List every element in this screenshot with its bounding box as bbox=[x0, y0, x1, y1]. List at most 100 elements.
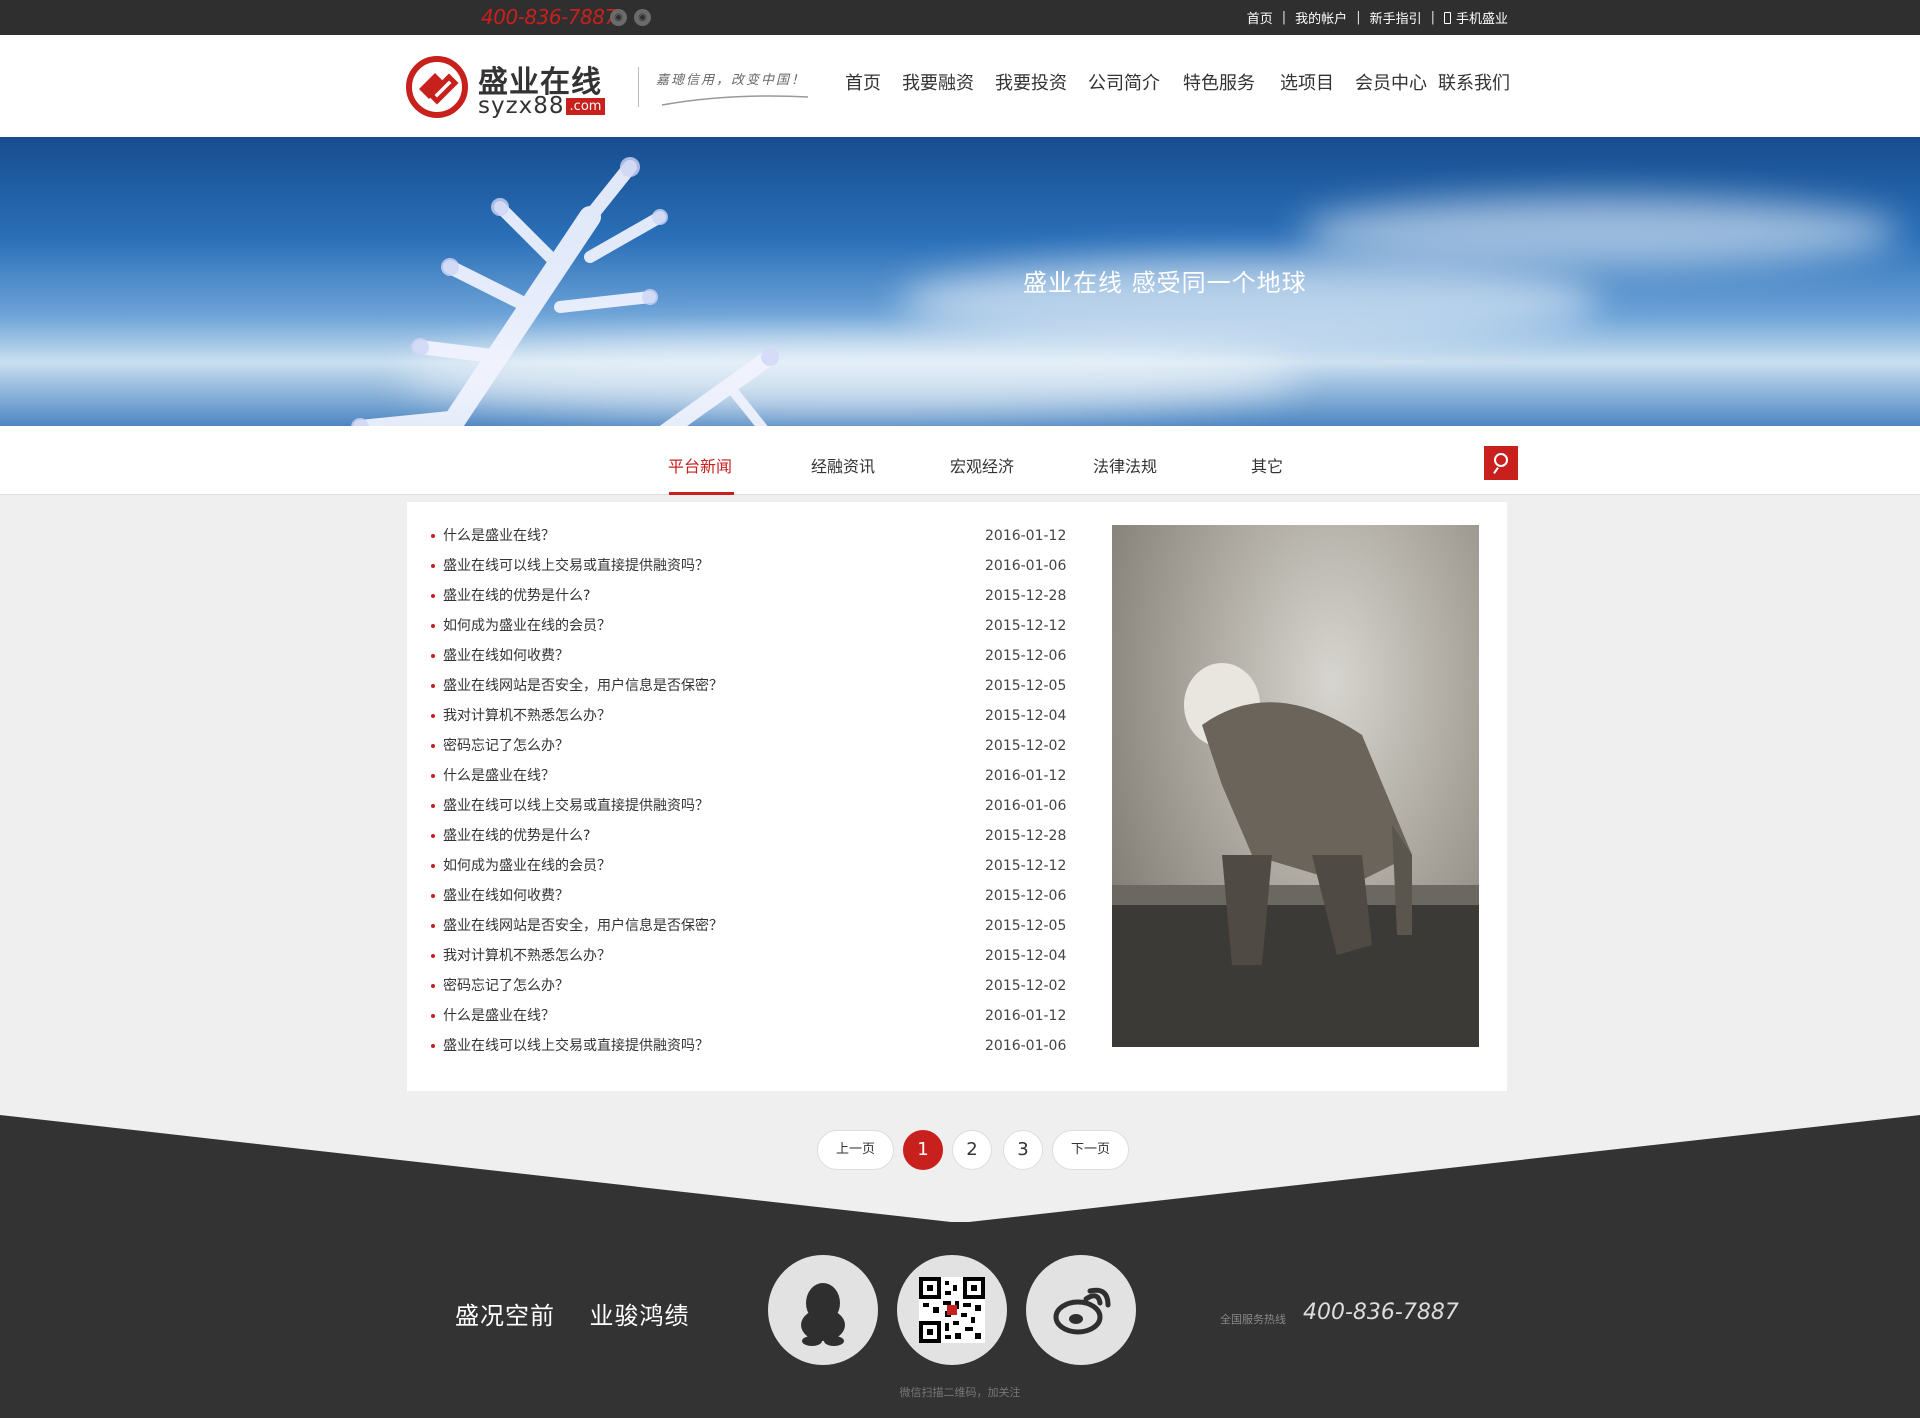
bullet-icon bbox=[431, 534, 435, 538]
news-item[interactable]: 盛业在线可以线上交易或直接提供融资吗？ 2016-01-06 bbox=[431, 552, 1071, 582]
bullet-icon bbox=[431, 684, 435, 688]
nav-member[interactable]: 会员中心 bbox=[1355, 69, 1427, 95]
nav-home[interactable]: 首页 bbox=[845, 69, 881, 95]
news-item[interactable]: 盛业在线可以线上交易或直接提供融资吗？ 2016-01-06 bbox=[431, 1032, 1071, 1062]
page-1-button[interactable]: 1 bbox=[903, 1130, 943, 1170]
top-link-guide[interactable]: 新手指引 bbox=[1370, 8, 1422, 27]
news-item[interactable]: 盛业在线网站是否安全，用户信息是否保密？ 2015-12-05 bbox=[431, 672, 1071, 702]
news-title[interactable]: 盛业在线的优势是什么? bbox=[443, 822, 590, 850]
tab-macro-economy[interactable]: 宏观经济 bbox=[950, 453, 1014, 477]
news-title[interactable]: 盛业在线可以线上交易或直接提供融资吗？ bbox=[443, 552, 709, 580]
weibo-button[interactable] bbox=[1026, 1255, 1136, 1365]
hotline-label: 全国服务热线 bbox=[1220, 1313, 1286, 1326]
news-title[interactable]: 我对计算机不熟悉怎么办？ bbox=[443, 942, 611, 970]
nav-financing[interactable]: 我要融资 bbox=[902, 69, 974, 95]
news-date: 2016-01-12 bbox=[985, 768, 1067, 784]
news-panel: 什么是盛业在线？ 2016-01-12 盛业在线可以线上交易或直接提供融资吗？ 201… bbox=[407, 502, 1507, 1091]
logo-divider bbox=[638, 67, 639, 107]
news-title[interactable]: 盛业在线可以线上交易或直接提供融资吗？ bbox=[443, 792, 709, 820]
news-item[interactable]: 盛业在线的优势是什么? 2015-12-28 bbox=[431, 822, 1071, 852]
news-item[interactable]: 盛业在线如何收费？ 2015-12-06 bbox=[431, 882, 1071, 912]
top-links: 首页 | 我的帐户 | 新手指引 | 手机盛业 bbox=[1246, 8, 1508, 27]
nav-contact[interactable]: 联系我们 bbox=[1438, 69, 1510, 95]
nav-invest[interactable]: 我要投资 bbox=[995, 69, 1067, 95]
top-link-mobile[interactable]: 手机盛业 bbox=[1456, 8, 1508, 27]
pagination: 上一页 1 2 3 下一页 bbox=[0, 1130, 1920, 1172]
news-item[interactable]: 什么是盛业在线？ 2016-01-12 bbox=[431, 1002, 1071, 1032]
slogan: 嘉璁信用，改变中国！ bbox=[656, 73, 807, 88]
wechat-small-icon[interactable]: ◉ bbox=[610, 9, 627, 26]
news-date: 2015-12-05 bbox=[985, 678, 1067, 694]
news-title[interactable]: 什么是盛业在线？ bbox=[443, 1002, 555, 1030]
news-item[interactable]: 盛业在线可以线上交易或直接提供融资吗？ 2016-01-06 bbox=[431, 792, 1071, 822]
bullet-icon bbox=[431, 1044, 435, 1048]
main-nav: 首页 我要融资 我要投资 公司简介 特色服务 选项目 会员中心 联系我们 bbox=[845, 69, 1510, 95]
news-item[interactable]: 盛业在线如何收费？ 2015-12-06 bbox=[431, 642, 1071, 672]
news-title[interactable]: 盛业在线如何收费？ bbox=[443, 882, 569, 910]
page-3-button[interactable]: 3 bbox=[1003, 1130, 1043, 1170]
tab-laws[interactable]: 法律法规 bbox=[1093, 453, 1157, 477]
news-title[interactable]: 如何成为盛业在线的会员？ bbox=[443, 852, 611, 880]
news-item[interactable]: 我对计算机不熟悉怎么办？ 2015-12-04 bbox=[431, 942, 1071, 972]
news-date: 2015-12-04 bbox=[985, 708, 1067, 724]
news-item[interactable]: 盛业在线的优势是什么? 2015-12-28 bbox=[431, 582, 1071, 612]
mobile-icon bbox=[1443, 11, 1451, 24]
next-page-button[interactable]: 下一页 bbox=[1052, 1130, 1129, 1170]
news-title[interactable]: 如何成为盛业在线的会员？ bbox=[443, 612, 611, 640]
tab-other[interactable]: 其它 bbox=[1251, 453, 1283, 477]
news-title[interactable]: 盛业在线可以线上交易或直接提供融资吗？ bbox=[443, 1032, 709, 1060]
news-item[interactable]: 如何成为盛业在线的会员？ 2015-12-12 bbox=[431, 612, 1071, 642]
tab-finance-info[interactable]: 经融资讯 bbox=[811, 453, 875, 477]
category-tabs: 平台新闻 经融资讯 宏观经济 法律法规 其它 bbox=[0, 426, 1920, 495]
news-title[interactable]: 盛业在线网站是否安全，用户信息是否保密？ bbox=[443, 672, 723, 700]
page-2-button[interactable]: 2 bbox=[952, 1130, 992, 1170]
top-hotline: 400-836-7887 bbox=[481, 5, 617, 29]
news-title[interactable]: 盛业在线的优势是什么? bbox=[443, 582, 590, 610]
news-title[interactable]: 什么是盛业在线？ bbox=[443, 522, 555, 550]
wechat-qr-button[interactable] bbox=[897, 1255, 1007, 1365]
active-tab-indicator bbox=[669, 492, 734, 495]
bullet-icon bbox=[431, 954, 435, 958]
news-item[interactable]: 如何成为盛业在线的会员？ 2015-12-12 bbox=[431, 852, 1071, 882]
news-title[interactable]: 什么是盛业在线？ bbox=[443, 762, 555, 790]
logo-domain[interactable]: syzx88 .com bbox=[478, 93, 606, 119]
news-date: 2016-01-06 bbox=[985, 1038, 1067, 1054]
news-item[interactable]: 我对计算机不熟悉怎么办？ 2015-12-04 bbox=[431, 702, 1071, 732]
prev-page-button[interactable]: 上一页 bbox=[817, 1130, 894, 1170]
nav-projects[interactable]: 选项目 bbox=[1280, 69, 1334, 95]
news-item[interactable]: 密码忘记了怎么办？ 2015-12-02 bbox=[431, 732, 1071, 762]
qq-button[interactable] bbox=[768, 1255, 878, 1365]
news-item[interactable]: 什么是盛业在线？ 2016-01-12 bbox=[431, 522, 1071, 552]
hotline-number: 400-836-7887 bbox=[1303, 1300, 1459, 1325]
bullet-icon bbox=[431, 714, 435, 718]
news-title[interactable]: 密码忘记了怎么办？ bbox=[443, 972, 569, 1000]
top-link-account[interactable]: 我的帐户 bbox=[1295, 8, 1347, 27]
banner-cloud bbox=[1300, 197, 1900, 267]
bullet-icon bbox=[431, 924, 435, 928]
qr-caption: 微信扫描二维码，加关注 bbox=[899, 1386, 1021, 1399]
logo-icon[interactable] bbox=[405, 55, 469, 119]
news-item[interactable]: 密码忘记了怎么办？ 2015-12-02 bbox=[431, 972, 1071, 1002]
news-title[interactable]: 盛业在线如何收费？ bbox=[443, 642, 569, 670]
news-date: 2015-12-02 bbox=[985, 978, 1067, 994]
tab-platform-news[interactable]: 平台新闻 bbox=[668, 453, 732, 477]
news-date: 2016-01-06 bbox=[985, 798, 1067, 814]
news-title[interactable]: 我对计算机不熟悉怎么办？ bbox=[443, 702, 611, 730]
news-item[interactable]: 什么是盛业在线？ 2016-01-12 bbox=[431, 762, 1071, 792]
top-link-home[interactable]: 首页 bbox=[1247, 8, 1273, 27]
news-date: 2016-01-12 bbox=[985, 528, 1067, 544]
weibo-small-icon[interactable]: ◉ bbox=[634, 9, 651, 26]
news-item[interactable]: 盛业在线网站是否安全，用户信息是否保密？ 2015-12-05 bbox=[431, 912, 1071, 942]
nav-services[interactable]: 特色服务 bbox=[1183, 69, 1255, 95]
nav-about[interactable]: 公司简介 bbox=[1088, 69, 1160, 95]
logo-dotcom: .com bbox=[565, 98, 606, 115]
news-date: 2016-01-06 bbox=[985, 558, 1067, 574]
news-title[interactable]: 密码忘记了怎么办？ bbox=[443, 732, 569, 760]
search-button[interactable] bbox=[1484, 446, 1518, 480]
footer-tab-notch bbox=[929, 1222, 977, 1234]
qq-icon bbox=[801, 1283, 845, 1346]
bullet-icon bbox=[431, 804, 435, 808]
bullet-icon bbox=[431, 894, 435, 898]
news-title[interactable]: 盛业在线网站是否安全，用户信息是否保密？ bbox=[443, 912, 723, 940]
news-date: 2015-12-28 bbox=[985, 828, 1067, 844]
